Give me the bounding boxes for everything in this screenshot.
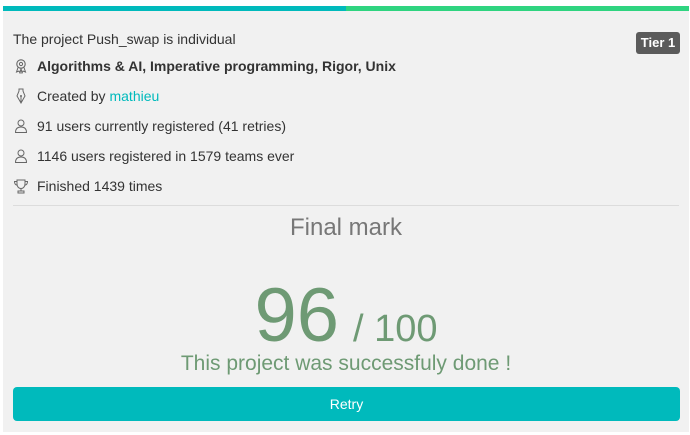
current-users-row: 91 users currently registered (41 retrie… bbox=[13, 116, 286, 136]
progress-bar-segment-primary bbox=[3, 6, 346, 11]
final-mark-score: 96 bbox=[254, 273, 339, 358]
user-icon bbox=[13, 118, 29, 134]
progress-bar-segment-secondary bbox=[346, 6, 689, 11]
final-mark: 96 / 100 bbox=[3, 268, 689, 364]
total-users-row: 1146 users registered in 1579 teams ever bbox=[13, 146, 294, 166]
creator-row: Created by mathieu bbox=[13, 86, 159, 106]
project-headline: The project Push_swap is individual bbox=[13, 31, 236, 47]
success-message: This project was successfuly done ! bbox=[180, 352, 512, 375]
final-mark-max: / 100 bbox=[353, 308, 438, 350]
total-users-text: 1146 users registered in 1579 teams ever bbox=[37, 148, 295, 164]
skills-row: Algorithms & AI, Imperative programming,… bbox=[13, 56, 396, 76]
progress-bar bbox=[3, 6, 689, 11]
skills-list: Algorithms & AI, Imperative programming,… bbox=[37, 58, 396, 74]
trophy-icon bbox=[13, 178, 29, 194]
current-users-text: 91 users currently registered (41 retrie… bbox=[37, 118, 286, 134]
final-mark-title: Final mark bbox=[289, 214, 403, 241]
tier-badge: Tier 1 bbox=[636, 32, 680, 54]
divider bbox=[13, 205, 679, 206]
created-by-label: Created by bbox=[37, 88, 106, 104]
pen-nib-icon bbox=[13, 88, 29, 104]
user-icon bbox=[13, 148, 29, 164]
creator-link[interactable]: mathieu bbox=[109, 88, 159, 104]
finished-text: Finished 1439 times bbox=[37, 178, 163, 194]
project-card: The project Push_swap is individual Tier… bbox=[3, 6, 689, 432]
retry-button[interactable]: Retry bbox=[13, 387, 680, 421]
skills-badge-icon bbox=[13, 58, 29, 74]
finished-row: Finished 1439 times bbox=[13, 176, 162, 196]
